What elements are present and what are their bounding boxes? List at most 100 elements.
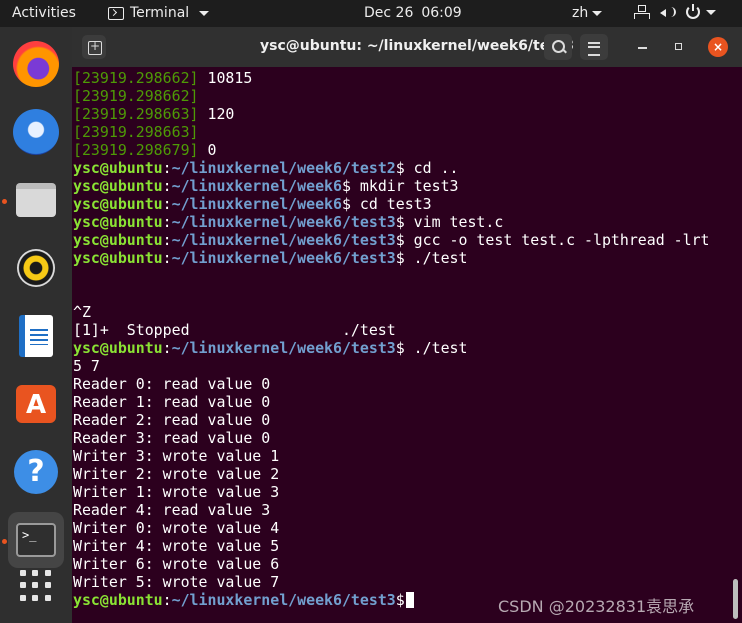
volume-icon	[660, 5, 676, 19]
window-titlebar[interactable]: ysc@ubuntu: ~/linuxkernel/week6/test3 ×	[72, 27, 742, 67]
terminal-line: [23919.298663] 120	[73, 105, 710, 123]
prompt-user-host: ysc@ubuntu	[73, 231, 163, 249]
prompt-separator: :	[162, 231, 172, 249]
terminal-line: ysc@ubuntu:~/linuxkernel/week6/test3$ ./…	[73, 339, 710, 357]
dock-software-store[interactable]: A	[8, 376, 64, 432]
prompt-user-host: ysc@ubuntu	[73, 249, 163, 267]
line-timestamp: [23919.298662]	[73, 69, 199, 87]
line-text: Writer 3: wrote value 1	[73, 447, 280, 465]
terminal-line: ysc@ubuntu:~/linuxkernel/week6$ cd test3	[73, 195, 710, 213]
firefox-icon	[13, 41, 59, 87]
prompt-user-host: ysc@ubuntu	[73, 591, 163, 609]
chevron-down-icon	[199, 10, 210, 16]
prompt-separator: :	[162, 591, 172, 609]
line-text: Writer 1: wrote value 3	[73, 483, 280, 501]
terminal-line: ysc@ubuntu:~/linuxkernel/week6/test3$ ./…	[73, 249, 710, 267]
menu-button[interactable]	[580, 34, 608, 60]
terminal-line: Reader 2: read value 0	[73, 411, 710, 429]
prompt-user-host: ysc@ubuntu	[73, 177, 163, 195]
system-menu[interactable]	[634, 4, 716, 19]
dock-thunderbird[interactable]	[8, 104, 64, 160]
chevron-down-icon	[592, 10, 603, 16]
thunderbird-icon	[13, 109, 59, 155]
line-text: 10815	[198, 69, 253, 87]
prompt-separator: :	[162, 177, 172, 195]
minimize-button[interactable]	[638, 47, 647, 49]
line-text: 0	[198, 141, 217, 159]
running-indicator	[2, 199, 7, 204]
line-timestamp: [23919.298662]	[73, 87, 199, 105]
terminal-line: Writer 2: wrote value 2	[73, 465, 710, 483]
maximize-button[interactable]	[675, 43, 682, 50]
prompt-command: $ ./test	[395, 249, 468, 267]
new-tab-button[interactable]	[82, 35, 106, 59]
line-text: Writer 0: wrote value 4	[73, 519, 280, 537]
line-text: 120	[198, 105, 235, 123]
close-button[interactable]: ×	[708, 37, 728, 57]
line-text: Writer 6: wrote value 6	[73, 555, 280, 573]
rhythmbox-icon	[17, 249, 55, 287]
dock-libreoffice-writer[interactable]	[8, 308, 64, 364]
input-language-menu[interactable]: zh	[572, 5, 603, 21]
power-icon	[686, 4, 700, 19]
prompt-path: ~/linuxkernel/week6	[171, 195, 342, 213]
dock-rhythmbox[interactable]	[8, 240, 64, 296]
show-applications-button[interactable]	[8, 558, 64, 614]
terminal-line: Writer 3: wrote value 1	[73, 447, 710, 465]
search-button[interactable]	[544, 34, 572, 60]
terminal-line: Reader 1: read value 0	[73, 393, 710, 411]
terminal-line: ysc@ubuntu:~/linuxkernel/week6$ mkdir te…	[73, 177, 710, 195]
terminal-line: Reader 4: read value 3	[73, 501, 710, 519]
prompt-separator: :	[162, 249, 172, 267]
terminal-line: Writer 1: wrote value 3	[73, 483, 710, 501]
clock-date: Dec 26	[364, 5, 414, 21]
prompt-user-host: ysc@ubuntu	[73, 213, 163, 231]
chevron-down-icon	[706, 9, 716, 15]
text-cursor	[405, 592, 414, 608]
prompt-command: $	[395, 591, 405, 609]
terminal-line: 5 7	[73, 357, 710, 375]
activities-button[interactable]: Activities	[12, 5, 76, 21]
scrollbar[interactable]	[733, 579, 738, 619]
prompt-path: ~/linuxkernel/week6/test3	[171, 339, 396, 357]
input-language-label: zh	[572, 5, 589, 21]
prompt-command: $ cd ..	[395, 159, 459, 177]
line-text: Reader 3: read value 0	[73, 429, 271, 447]
files-icon	[16, 183, 56, 217]
line-text: Reader 4: read value 3	[73, 501, 271, 519]
prompt-command: $ mkdir test3	[341, 177, 459, 195]
app-menu-label: Terminal	[130, 5, 190, 21]
dock-files[interactable]	[8, 172, 64, 228]
clock[interactable]: Dec 26 06:09	[364, 5, 462, 21]
prompt-user-host: ysc@ubuntu	[73, 195, 163, 213]
prompt-separator: :	[162, 195, 172, 213]
terminal-lines: [23919.298662] 10815 [23919.298662] [23919…	[73, 69, 710, 609]
clock-time: 06:09	[421, 5, 462, 21]
terminal-line: Writer 6: wrote value 6	[73, 555, 710, 573]
app-menu[interactable]: Terminal	[108, 5, 210, 21]
prompt-separator: :	[162, 213, 172, 231]
line-text: Reader 1: read value 0	[73, 393, 271, 411]
top-bar: Activities Terminal Dec 26 06:09 zh	[0, 0, 742, 27]
terminal-output[interactable]: [23919.298662] 10815 [23919.298662] [23919…	[72, 67, 742, 623]
line-timestamp: [23919.298679]	[73, 141, 199, 159]
terminal-line: ysc@ubuntu:~/linuxkernel/week6/test3$ vi…	[73, 213, 710, 231]
prompt-path: ~/linuxkernel/week6/test3	[171, 231, 396, 249]
prompt-path: ~/linuxkernel/week6/test3	[171, 591, 396, 609]
prompt-separator: :	[162, 159, 172, 177]
dock-firefox[interactable]	[8, 36, 64, 92]
network-icon	[634, 5, 650, 19]
prompt-user-host: ysc@ubuntu	[73, 159, 163, 177]
terminal-window: ysc@ubuntu: ~/linuxkernel/week6/test3 × …	[72, 27, 742, 623]
line-text: Writer 2: wrote value 2	[73, 465, 280, 483]
dock-help[interactable]: ?	[8, 444, 64, 500]
grid-icon	[20, 570, 52, 602]
line-text: Reader 2: read value 0	[73, 411, 271, 429]
terminal-line: Writer 0: wrote value 4	[73, 519, 710, 537]
prompt-path: ~/linuxkernel/week6/test3	[171, 249, 396, 267]
prompt-command: $ gcc -o test test.c -lpthread -lrt	[395, 231, 710, 249]
terminal-line: [23919.298662]	[73, 87, 710, 105]
terminal-line: Writer 4: wrote value 5	[73, 537, 710, 555]
